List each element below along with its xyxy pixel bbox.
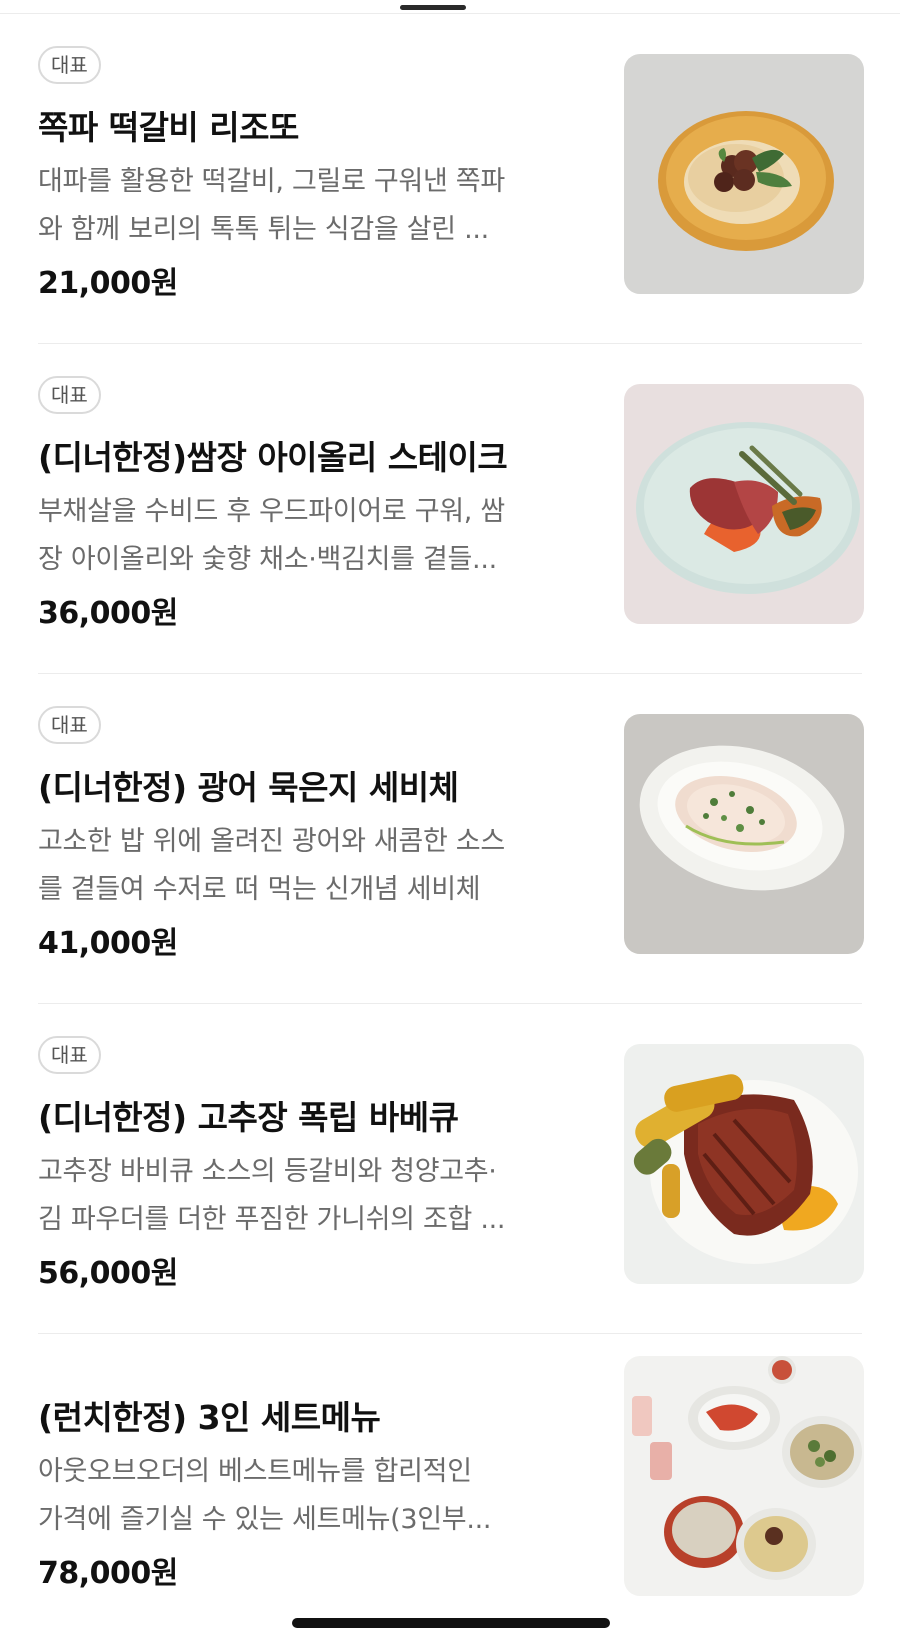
signature-badge: 대표 xyxy=(38,376,101,414)
signature-badge: 대표 xyxy=(38,46,101,84)
menu-item-photo[interactable] xyxy=(624,54,864,294)
menu-item[interactable]: 대표 (디너한정)쌈장 아이올리 스테이크 부채살을 수비드 후 우드파이어로 … xyxy=(38,344,864,674)
description-line: 장 아이올리와 숯향 채소·백김치를 곁들... xyxy=(38,544,497,575)
signature-badge: 대표 xyxy=(38,706,101,744)
top-bar xyxy=(0,0,900,14)
drag-handle[interactable] xyxy=(400,5,466,10)
description-line: 고추장 바비큐 소스의 등갈비와 청양고추· xyxy=(38,1156,497,1187)
description-line: 를 곁들여 수저로 떠 먹는 신개념 세비체 xyxy=(38,874,481,905)
menu-item-price: 21,000원 xyxy=(38,266,178,301)
pork-ribs-dish-image xyxy=(624,1044,864,1284)
menu-item-description: 대파를 활용한 떡갈비, 그릴로 구워낸 쪽파 와 함께 보리의 톡톡 튀는 식… xyxy=(38,158,588,254)
steak-dish-image xyxy=(624,384,864,624)
description-line: 대파를 활용한 떡갈비, 그릴로 구워낸 쪽파 xyxy=(38,166,505,197)
set-menu-image xyxy=(624,1356,864,1596)
menu-item[interactable]: (런치한정) 3인 세트메뉴 아웃오브오더의 베스트메뉴를 합리적인 가격에 즐… xyxy=(38,1334,864,1634)
menu-item-description: 고추장 바비큐 소스의 등갈비와 청양고추· 김 파우더를 더한 푸짐한 가니쉬… xyxy=(38,1148,588,1244)
menu-item-description: 부채살을 수비드 후 우드파이어로 구워, 쌈 장 아이올리와 숯향 채소·백김… xyxy=(38,488,588,584)
menu-item[interactable]: 대표 (디너한정) 고추장 폭립 바베큐 고추장 바비큐 소스의 등갈비와 청양… xyxy=(38,1004,864,1334)
description-line: 고소한 밥 위에 올려진 광어와 새콤한 소스 xyxy=(38,826,505,857)
menu-item-name: (디너한정) 광어 묵은지 세비체 xyxy=(38,768,459,807)
menu-item-price: 56,000원 xyxy=(38,1256,178,1291)
menu-item[interactable]: 대표 쪽파 떡갈비 리조또 대파를 활용한 떡갈비, 그릴로 구워낸 쪽파 와 … xyxy=(38,14,864,344)
menu-item-name: (디너한정)쌈장 아이올리 스테이크 xyxy=(38,438,508,477)
description-line: 아웃오브오더의 베스트메뉴를 합리적인 xyxy=(38,1456,472,1487)
menu-item-photo[interactable] xyxy=(624,714,864,954)
menu-item-price: 36,000원 xyxy=(38,596,178,631)
risotto-dish-image xyxy=(624,54,864,294)
description-line: 가격에 즐기실 수 있는 세트메뉴(3인부... xyxy=(38,1504,492,1535)
menu-item-name: 쪽파 떡갈비 리조또 xyxy=(38,108,299,147)
menu-item-name: (런치한정) 3인 세트메뉴 xyxy=(38,1398,381,1437)
menu-item-price: 41,000원 xyxy=(38,926,178,961)
description-line: 김 파우더를 더한 푸짐한 가니쉬의 조합 ... xyxy=(38,1204,506,1235)
ceviche-dish-image xyxy=(624,714,864,954)
menu-item-photo[interactable] xyxy=(624,384,864,624)
menu-item[interactable]: 대표 (디너한정) 광어 묵은지 세비체 고소한 밥 위에 올려진 광어와 새콤… xyxy=(38,674,864,1004)
menu-item-description: 아웃오브오더의 베스트메뉴를 합리적인 가격에 즐기실 수 있는 세트메뉴(3인… xyxy=(38,1448,588,1544)
menu-item-photo[interactable] xyxy=(624,1044,864,1284)
description-line: 와 함께 보리의 톡톡 튀는 식감을 살린 ... xyxy=(38,214,489,245)
menu-item-price: 78,000원 xyxy=(38,1556,178,1591)
home-indicator xyxy=(292,1618,610,1628)
menu-item-photo[interactable] xyxy=(624,1356,864,1596)
signature-badge: 대표 xyxy=(38,1036,101,1074)
menu-item-description: 고소한 밥 위에 올려진 광어와 새콤한 소스 를 곁들여 수저로 떠 먹는 신… xyxy=(38,818,588,914)
menu-list: 대표 쪽파 떡갈비 리조또 대파를 활용한 떡갈비, 그릴로 구워낸 쪽파 와 … xyxy=(0,14,900,1634)
menu-item-name: (디너한정) 고추장 폭립 바베큐 xyxy=(38,1098,459,1137)
description-line: 부채살을 수비드 후 우드파이어로 구워, 쌈 xyxy=(38,496,505,527)
